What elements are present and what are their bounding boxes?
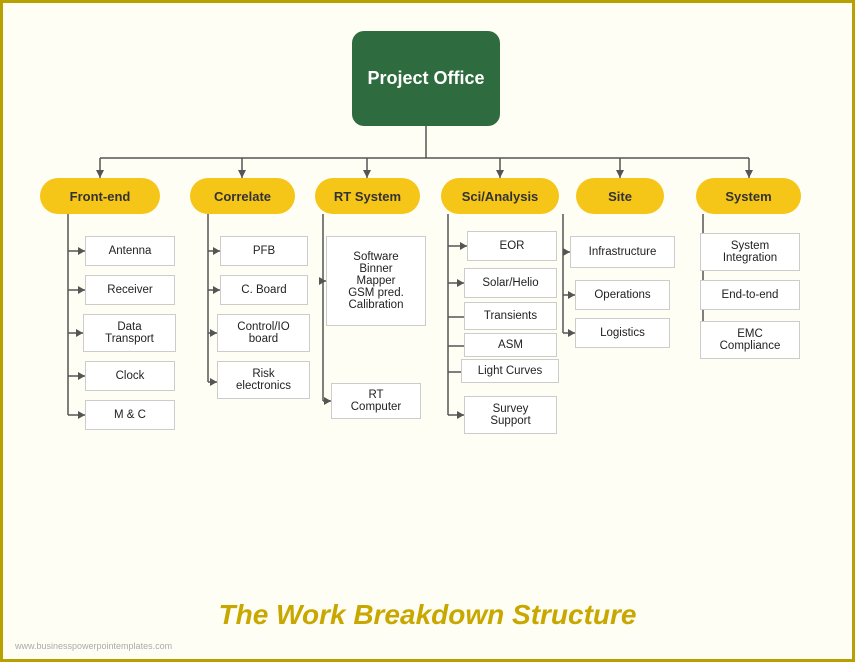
l2-asm: ASM (464, 333, 557, 357)
l2-software: Software Binner Mapper GSM pred. Calibra… (326, 236, 426, 326)
l2-transients: Transients (464, 302, 557, 330)
l1-scianalysis: Sci/Analysis (441, 178, 559, 214)
l2-survey-support: Survey Support (464, 396, 557, 434)
l1-system-label: System (725, 189, 771, 204)
l1-scianalysis-label: Sci/Analysis (462, 189, 539, 204)
l2-rt-computer: RT Computer (331, 383, 421, 419)
l1-correlate: Correlate (190, 178, 295, 214)
footer-title: The Work Breakdown Structure (3, 599, 852, 631)
l2-emc-compliance: EMC Compliance (700, 321, 800, 359)
l2-end-to-end: End-to-end (700, 280, 800, 310)
root-node: Project Office (352, 31, 500, 126)
l1-site: Site (576, 178, 664, 214)
l2-rt-label: RT Computer (351, 389, 402, 413)
l1-rtsystem-label: RT System (334, 189, 401, 204)
l2-logistics: Logistics (575, 318, 670, 348)
l2-receiver: Receiver (85, 275, 175, 305)
diagram-area: Project Office Front-end Correlate RT Sy… (3, 3, 855, 583)
l1-correlate-label: Correlate (214, 189, 271, 204)
l2-emc-label: EMC Compliance (720, 328, 781, 352)
l1-site-label: Site (608, 189, 632, 204)
l2-cboard: C. Board (220, 275, 308, 305)
l2-solarhelio: Solar/Helio (464, 268, 557, 298)
l2-infrastructure: Infrastructure (570, 236, 675, 268)
l2-pfb: PFB (220, 236, 308, 266)
l1-frontend-label: Front-end (70, 189, 131, 204)
root-label: Project Office (367, 68, 484, 89)
l2-sysint-label: System Integration (723, 240, 777, 264)
l2-software-label: Software Binner Mapper GSM pred. Calibra… (348, 251, 404, 311)
l2-controlio-label: Control/IO board (237, 321, 289, 345)
l1-frontend: Front-end (40, 178, 160, 214)
l2-risk-label: Risk electronics (236, 368, 291, 392)
l2-clock: Clock (85, 361, 175, 391)
l2-eor: EOR (467, 231, 557, 261)
l2-operations: Operations (575, 280, 670, 310)
l1-rtsystem: RT System (315, 178, 420, 214)
watermark: www.businesspowerpointemplates.com (15, 641, 172, 651)
l2-controlio: Control/IO board (217, 314, 310, 352)
l2-antenna: Antenna (85, 236, 175, 266)
l2-light-curves: Light Curves (461, 359, 559, 383)
l2-survey-label: Survey Support (490, 403, 530, 427)
l2-risk-electronics: Risk electronics (217, 361, 310, 399)
l2-mc: M & C (85, 400, 175, 430)
l1-system: System (696, 178, 801, 214)
l2-data-transport: Data Transport (83, 314, 176, 352)
l2-data-transport-label: Data Transport (105, 321, 154, 345)
l2-system-integration: System Integration (700, 233, 800, 271)
